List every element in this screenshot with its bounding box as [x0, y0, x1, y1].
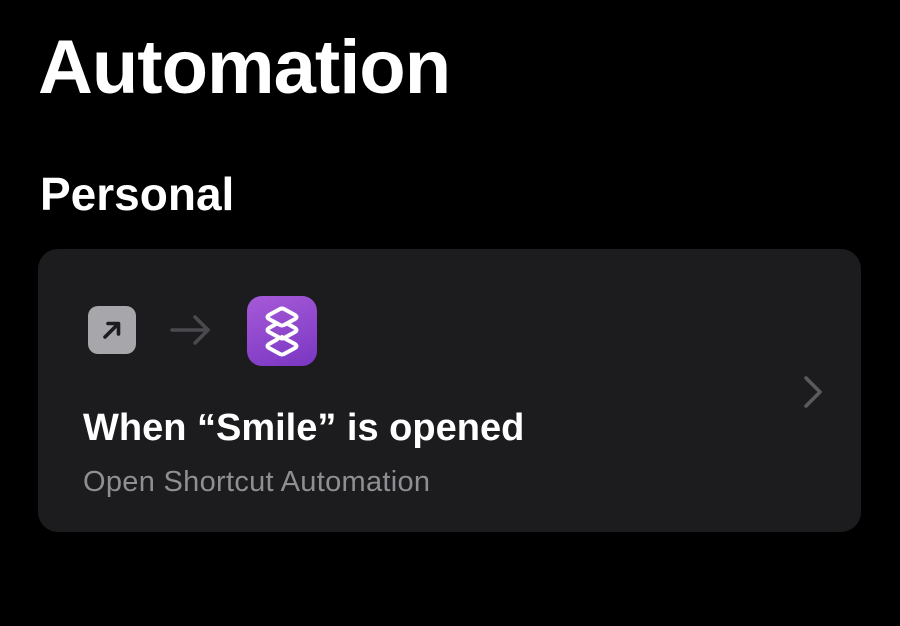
section-title-personal: Personal	[40, 168, 235, 220]
app-opened-icon	[88, 306, 136, 354]
automation-card[interactable]: When “Smile” is opened Open Shortcut Aut…	[38, 249, 861, 532]
arrow-right-icon	[170, 315, 210, 345]
shortcuts-app-icon	[247, 296, 317, 366]
automation-subtitle: Open Shortcut Automation	[83, 466, 431, 498]
chevron-right-icon	[804, 376, 822, 408]
page-title: Automation	[38, 25, 451, 110]
automation-title: When “Smile” is opened	[83, 407, 525, 449]
